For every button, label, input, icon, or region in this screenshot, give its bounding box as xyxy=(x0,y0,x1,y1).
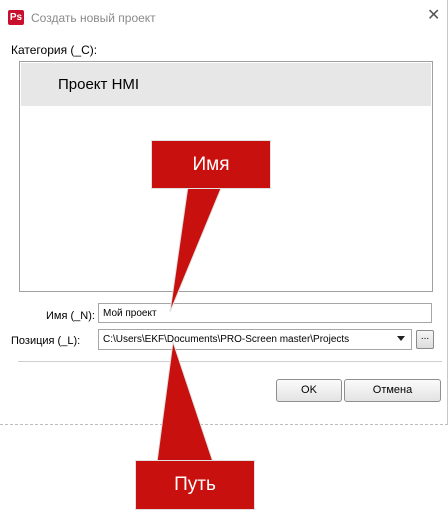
project-path-value: C:\Users\EKF\Documents\PRO-Screen master… xyxy=(103,334,350,345)
name-callout: Имя xyxy=(151,140,271,189)
dialog-bottom-edge xyxy=(0,424,448,426)
position-label: Позиция (_L): xyxy=(11,335,81,347)
category-item-hmi-project[interactable]: Проект HMI xyxy=(21,63,431,106)
category-label: Категория (_C): xyxy=(11,43,98,57)
chevron-down-icon[interactable] xyxy=(397,336,405,341)
path-callout: Путь xyxy=(135,460,255,510)
project-path-select[interactable]: C:\Users\EKF\Documents\PRO-Screen master… xyxy=(98,329,412,350)
name-label: Имя (_N): xyxy=(46,310,95,322)
app-logo-icon: Ps xyxy=(8,10,24,25)
cancel-button[interactable]: Отмена xyxy=(344,379,441,402)
window-title: Создать новый проект xyxy=(31,11,156,25)
divider xyxy=(18,361,442,362)
ok-button[interactable]: OK xyxy=(276,379,342,402)
browse-button[interactable]: ... xyxy=(416,330,434,349)
new-project-dialog: Ps Создать новый проект ✕ Категория (_C)… xyxy=(0,0,448,425)
title-bar: Ps Создать новый проект ✕ xyxy=(0,0,448,34)
close-icon[interactable]: ✕ xyxy=(427,5,440,25)
category-item-label: Проект HMI xyxy=(58,76,140,93)
project-name-input[interactable] xyxy=(98,303,432,323)
